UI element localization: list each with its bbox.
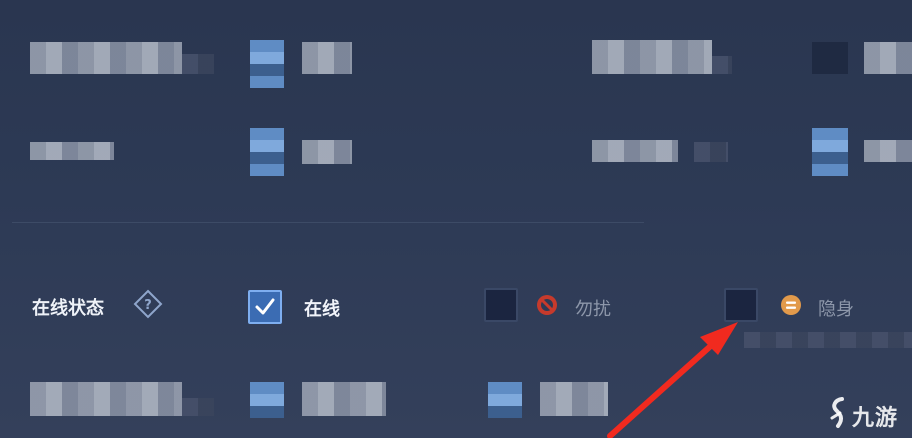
do-not-disturb-checkbox[interactable] — [484, 288, 518, 322]
blurred-setting-detail-5 — [182, 398, 214, 416]
blurred-setting-label-5 — [30, 382, 182, 416]
checkmark-icon — [255, 298, 275, 315]
blurred-option-1 — [302, 42, 352, 74]
blurred-checkbox-6 — [488, 382, 522, 418]
blurred-option-5 — [302, 382, 386, 416]
blurred-option-2 — [864, 42, 912, 74]
blurred-checkbox-1 — [250, 40, 284, 88]
online-status-label: 在线状态 — [32, 298, 104, 318]
blurred-setting-label-4 — [592, 140, 678, 162]
blurred-setting-label-2 — [592, 40, 712, 74]
blurred-checkbox-5 — [250, 382, 284, 418]
blurred-setting-label-1 — [30, 42, 182, 74]
do-not-disturb-option-label: 勿扰 — [575, 299, 611, 319]
blurred-setting-detail-1 — [182, 54, 214, 74]
question-diamond-icon[interactable]: ? — [133, 289, 163, 319]
blurred-option-6 — [540, 382, 608, 416]
online-option-label: 在线 — [304, 299, 340, 319]
do-not-disturb-icon — [537, 295, 557, 315]
blurred-hint-text — [744, 332, 912, 348]
invisible-icon — [781, 295, 801, 315]
jiuyou-watermark: 九游 — [826, 396, 912, 432]
blurred-checkbox-3 — [250, 128, 284, 176]
section-divider — [12, 222, 644, 223]
blurred-setting-label-3 — [30, 142, 114, 160]
invisible-checkbox[interactable] — [724, 288, 758, 322]
blurred-option-4 — [864, 140, 912, 162]
svg-text:?: ? — [144, 298, 152, 313]
online-checkbox[interactable] — [248, 290, 282, 324]
watermark-text: 九游 — [852, 406, 899, 431]
blurred-option-3 — [302, 140, 352, 164]
jiuyou-logo-icon — [830, 397, 844, 428]
blurred-checkbox-2 — [812, 42, 848, 74]
blurred-checkbox-4 — [812, 128, 848, 176]
blurred-setting-detail-2 — [712, 56, 732, 74]
invisible-option-label: 隐身 — [818, 299, 854, 319]
blurred-setting-detail-4 — [694, 142, 728, 162]
